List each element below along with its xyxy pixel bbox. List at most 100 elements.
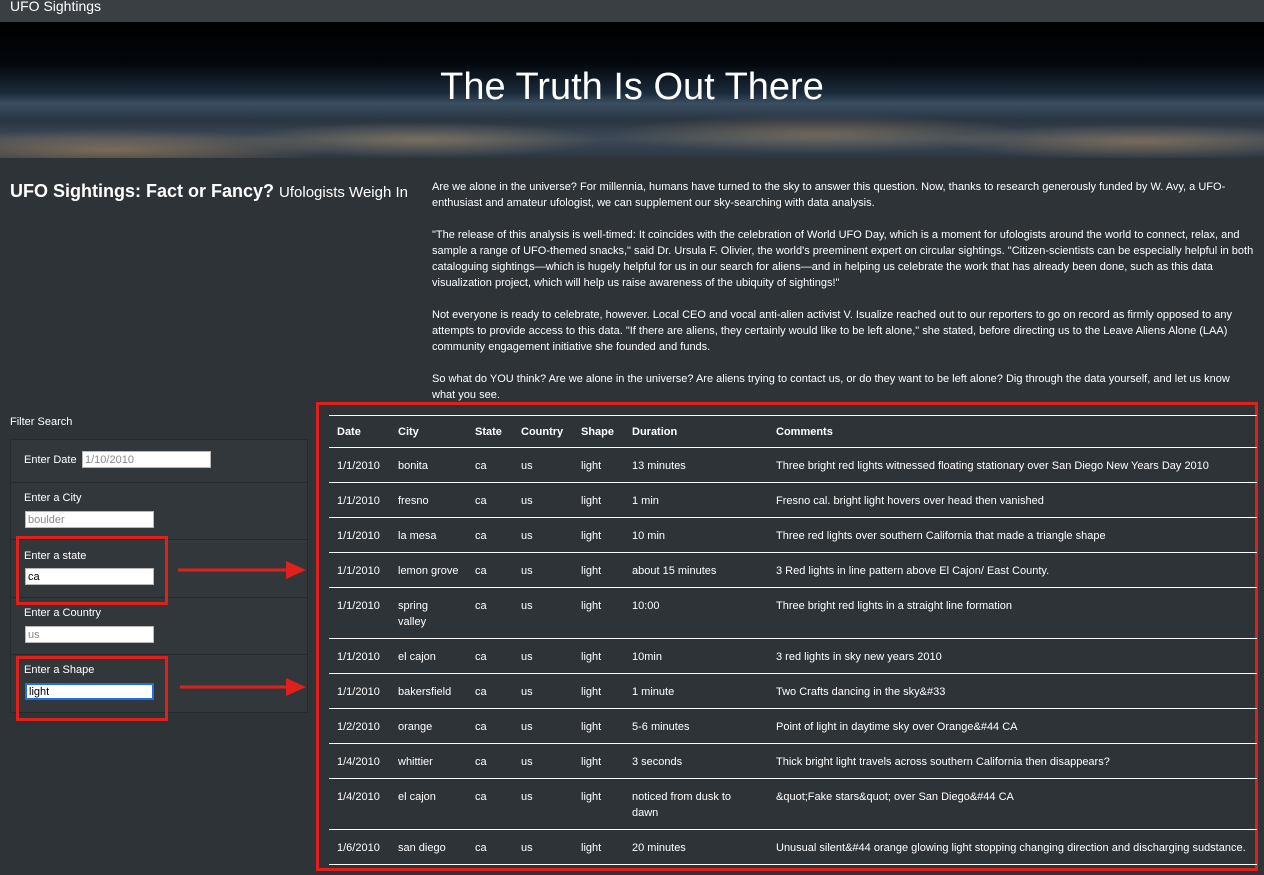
table-cell: light	[573, 638, 624, 674]
table-cell: us	[513, 638, 573, 674]
table-cell: 1 minute	[624, 673, 768, 709]
table-cell: Three bright red lights witnessed floati…	[768, 447, 1257, 483]
table-cell: la mesa	[390, 517, 467, 553]
table-cell: light	[573, 743, 624, 779]
ufo-table: Date City State Country Shape Duration C…	[329, 415, 1257, 865]
table-cell: &quot;Fake stars&quot; over San Diego&#4…	[768, 778, 1257, 830]
table-cell: 3 red lights in sky new years 2010	[768, 638, 1257, 674]
table-row: 1/2/2010 orange ca us light 5-6 minutes Point …	[329, 708, 1257, 744]
table-row: 1/1/2010 bonita ca us light 13 minutes Three b…	[329, 447, 1257, 483]
table-cell: us	[513, 778, 573, 830]
table-cell: el cajon	[390, 638, 467, 674]
table-cell: 1/1/2010	[329, 552, 390, 588]
table-cell: 13 minutes	[624, 447, 768, 483]
table-cell: light	[573, 552, 624, 588]
table-cell: whittier	[390, 743, 467, 779]
header-country: Country	[513, 415, 573, 448]
table-cell: ca	[467, 552, 513, 588]
table-cell: light	[573, 517, 624, 553]
table-cell: ca	[467, 482, 513, 518]
table-cell: orange	[390, 708, 467, 744]
table-cell: 3 Red lights in line pattern above El Ca…	[768, 552, 1257, 588]
table-cell: 1/4/2010	[329, 778, 390, 830]
table-cell: 10min	[624, 638, 768, 674]
table-cell: Unusual silent&#44 orange glowing light …	[768, 829, 1257, 865]
table-cell: ca	[467, 829, 513, 865]
table-cell: Thick bright light travels across southe…	[768, 743, 1257, 779]
table-cell: ca	[467, 708, 513, 744]
table-cell: light	[573, 778, 624, 830]
article-title-main: UFO Sightings: Fact or Fancy?	[10, 181, 275, 201]
table-cell: us	[513, 829, 573, 865]
shape-arrow-icon	[180, 678, 306, 696]
table-cell: noticed from dusk to dawn	[624, 778, 768, 830]
date-label: Enter Date	[24, 454, 77, 466]
table-cell: us	[513, 482, 573, 518]
table-cell: 1/4/2010	[329, 743, 390, 779]
country-label: Enter a Country	[24, 607, 102, 619]
table-cell: light	[573, 587, 624, 639]
filter-item-country: Enter a Country	[11, 598, 307, 655]
table-cell: 1/6/2010	[329, 829, 390, 865]
table-cell: bonita	[390, 447, 467, 483]
results-table-highlight: Date City State Country Shape Duration C…	[316, 402, 1258, 871]
filter-item-city: Enter a City	[11, 483, 307, 540]
country-input[interactable]	[25, 626, 154, 643]
table-cell: 1/1/2010	[329, 447, 390, 483]
table-cell: ca	[467, 587, 513, 639]
table-cell: 1/1/2010	[329, 673, 390, 709]
navbar: UFO Sightings	[0, 0, 1264, 22]
table-cell: 5-6 minutes	[624, 708, 768, 744]
table-cell: light	[573, 829, 624, 865]
table-row: 1/1/2010 bakersfield ca us light 1 minute Two …	[329, 673, 1257, 709]
table-cell: ca	[467, 778, 513, 830]
table-cell: us	[513, 673, 573, 709]
header-city: City	[390, 415, 467, 448]
article-paragraph: Are we alone in the universe? For millen…	[432, 181, 1226, 209]
table-cell: us	[513, 447, 573, 483]
article-paragraph: "The release of this analysis is well-ti…	[432, 229, 1254, 289]
table-row: 1/4/2010 whittier ca us light 3 seconds Thick …	[329, 743, 1257, 779]
date-input[interactable]	[82, 451, 211, 468]
filter-item-date: Enter Date	[11, 440, 307, 483]
table-row: 1/1/2010 fresno ca us light 1 min Fresno cal. …	[329, 482, 1257, 518]
table-cell: us	[513, 743, 573, 779]
table-header-row: Date City State Country Shape Duration C…	[329, 415, 1257, 448]
header-shape: Shape	[573, 415, 624, 448]
table-cell: spring valley	[390, 587, 467, 639]
table-cell: bakersfield	[390, 673, 467, 709]
table-cell: 1 min	[624, 482, 768, 518]
table-cell: Fresno cal. bright light hovers over hea…	[768, 482, 1257, 518]
city-label: Enter a City	[24, 492, 82, 504]
table-cell: 20 minutes	[624, 829, 768, 865]
table-cell: ca	[467, 638, 513, 674]
table-cell: us	[513, 587, 573, 639]
table-cell: ca	[467, 673, 513, 709]
navbar-brand[interactable]: UFO Sightings	[10, 0, 101, 14]
table-cell: us	[513, 708, 573, 744]
table-row: 1/1/2010 la mesa ca us light 10 min Three red …	[329, 517, 1257, 553]
article-subtitle: Ufologists Weigh In	[279, 184, 408, 201]
header-comments: Comments	[768, 415, 1257, 448]
city-input[interactable]	[25, 511, 154, 528]
table-row: 1/4/2010 el cajon ca us light noticed from du…	[329, 778, 1257, 830]
table-cell: 1/2/2010	[329, 708, 390, 744]
table-cell: 3 seconds	[624, 743, 768, 779]
table-row: 1/6/2010 san diego ca us light 20 minutes Unus…	[329, 829, 1257, 865]
article-paragraph: Not everyone is ready to celebrate, howe…	[432, 309, 1232, 353]
header-duration: Duration	[624, 415, 768, 448]
header-date: Date	[329, 415, 390, 448]
table-cell: el cajon	[390, 778, 467, 830]
table-cell: light	[573, 673, 624, 709]
table-cell: 1/1/2010	[329, 517, 390, 553]
table-cell: lemon grove	[390, 552, 467, 588]
table-cell: Point of light in daytime sky over Orang…	[768, 708, 1257, 744]
table-cell: light	[573, 708, 624, 744]
article-paragraph: So what do YOU think? Are we alone in th…	[432, 373, 1230, 401]
table-cell: Two Crafts dancing in the sky&#33	[768, 673, 1257, 709]
table-cell: 1/1/2010	[329, 638, 390, 674]
table-cell: ca	[467, 447, 513, 483]
shape-highlight-box	[16, 656, 168, 721]
hero-banner: The Truth Is Out There	[0, 22, 1264, 158]
article-body: Are we alone in the universe? For millen…	[432, 179, 1256, 419]
